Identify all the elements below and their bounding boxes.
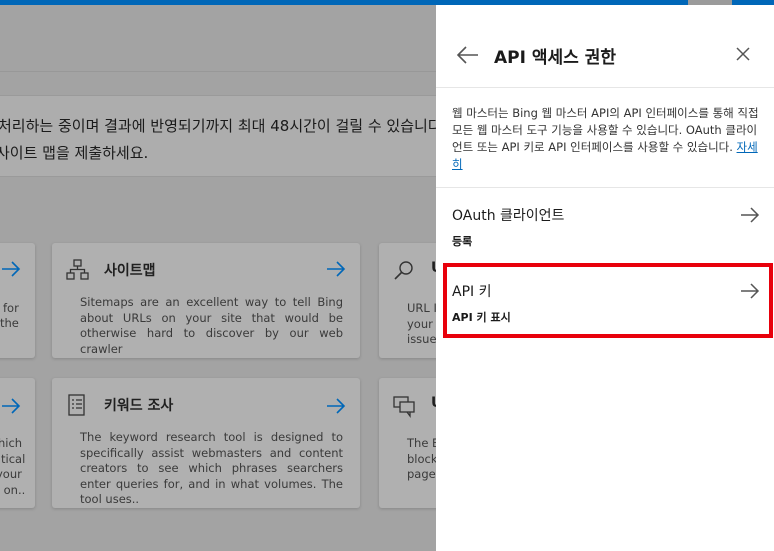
- background-page: 처리하는 중이며 결과에 반영되기까지 최대 48시간이 걸릴 수 있습니다 사…: [0, 5, 436, 551]
- notice-line-2: 사이트 맵을 제출하세요.: [0, 144, 149, 162]
- card-desc-fragment: pages: [407, 467, 436, 481]
- close-icon[interactable]: [734, 45, 752, 63]
- arrow-right-icon: [2, 261, 21, 277]
- card-title: 키워드 조사: [104, 398, 174, 414]
- search-icon: [394, 261, 413, 280]
- card-desc-fragment: URL I: [407, 301, 436, 315]
- card-desc-fragment: tical: [1, 452, 26, 466]
- arrow-right-icon: [741, 283, 760, 299]
- notice-text: 처리하는 중이며 결과에 반영되기까지 최대 48시간이 걸릴 수 있습니다 사…: [0, 113, 436, 167]
- card-desc-fragment: your: [407, 317, 433, 331]
- card-desc-fragment: The B: [407, 436, 436, 450]
- notice-line-1: 처리하는 중이며 결과에 반영되기까지 최대 48시간이 걸릴 수 있습니다: [0, 117, 436, 135]
- panel-description: 웹 마스터는 Bing 웹 마스터 API의 API 인터페이스를 통해 직접 …: [452, 105, 762, 173]
- card-description: The keyword research tool is designed to…: [80, 430, 343, 506]
- card-description: Sitemaps are an excellent way to tell Bi…: [80, 295, 343, 356]
- document-list-icon: [68, 394, 85, 416]
- back-arrow-icon[interactable]: [456, 45, 480, 65]
- card-desc-fragment: hich: [0, 436, 23, 450]
- card-desc-fragment: your: [0, 467, 22, 481]
- option-subtitle: API 키 표시: [452, 311, 511, 324]
- chat-icon: [393, 396, 415, 418]
- keyword-research-card[interactable]: 키워드 조사 The keyword research tool is desi…: [52, 378, 360, 508]
- card-desc-fragment: issue: [407, 332, 436, 346]
- arrow-right-icon: [327, 398, 346, 414]
- description-text: 웹 마스터는 Bing 웹 마스터 API의 API 인터페이스를 통해 직접 …: [452, 106, 759, 154]
- oauth-client-option[interactable]: OAuth 클라이언트 등록: [436, 191, 774, 261]
- card-desc-fragment: s on..: [0, 483, 26, 497]
- card-desc-fragment: the: [0, 316, 19, 330]
- sitemap-icon: [66, 259, 89, 280]
- arrow-right-icon: [741, 207, 760, 223]
- option-title: API 키: [452, 284, 492, 300]
- partial-card-right-row2[interactable]: U The B block pages: [379, 378, 436, 508]
- option-title: OAuth 클라이언트: [452, 208, 565, 224]
- arrow-right-icon: [2, 398, 21, 414]
- option-subtitle: 등록: [452, 235, 473, 248]
- partial-card-right-row1[interactable]: U URL I your issue: [379, 243, 436, 358]
- panel-divider: [436, 187, 774, 188]
- sitemap-card[interactable]: 사이트맵 Sitemaps are an excellent way to te…: [52, 243, 360, 358]
- api-key-option[interactable]: API 키 API 키 표시: [442, 267, 774, 337]
- partial-card-left-row2[interactable]: hich tical your s on..: [0, 378, 35, 508]
- panel-title: API 액세스 권한: [494, 48, 616, 68]
- header-divider: [0, 71, 436, 72]
- partial-card-left-row1[interactable]: for the: [0, 243, 35, 358]
- panel-divider: [436, 87, 774, 88]
- api-access-panel: API 액세스 권한 웹 마스터는 Bing 웹 마스터 API의 API 인터…: [436, 5, 774, 551]
- card-title: 사이트맵: [104, 263, 156, 279]
- card-desc-fragment: block: [407, 452, 436, 466]
- card-desc-fragment: for: [3, 301, 19, 315]
- arrow-right-icon: [327, 261, 346, 277]
